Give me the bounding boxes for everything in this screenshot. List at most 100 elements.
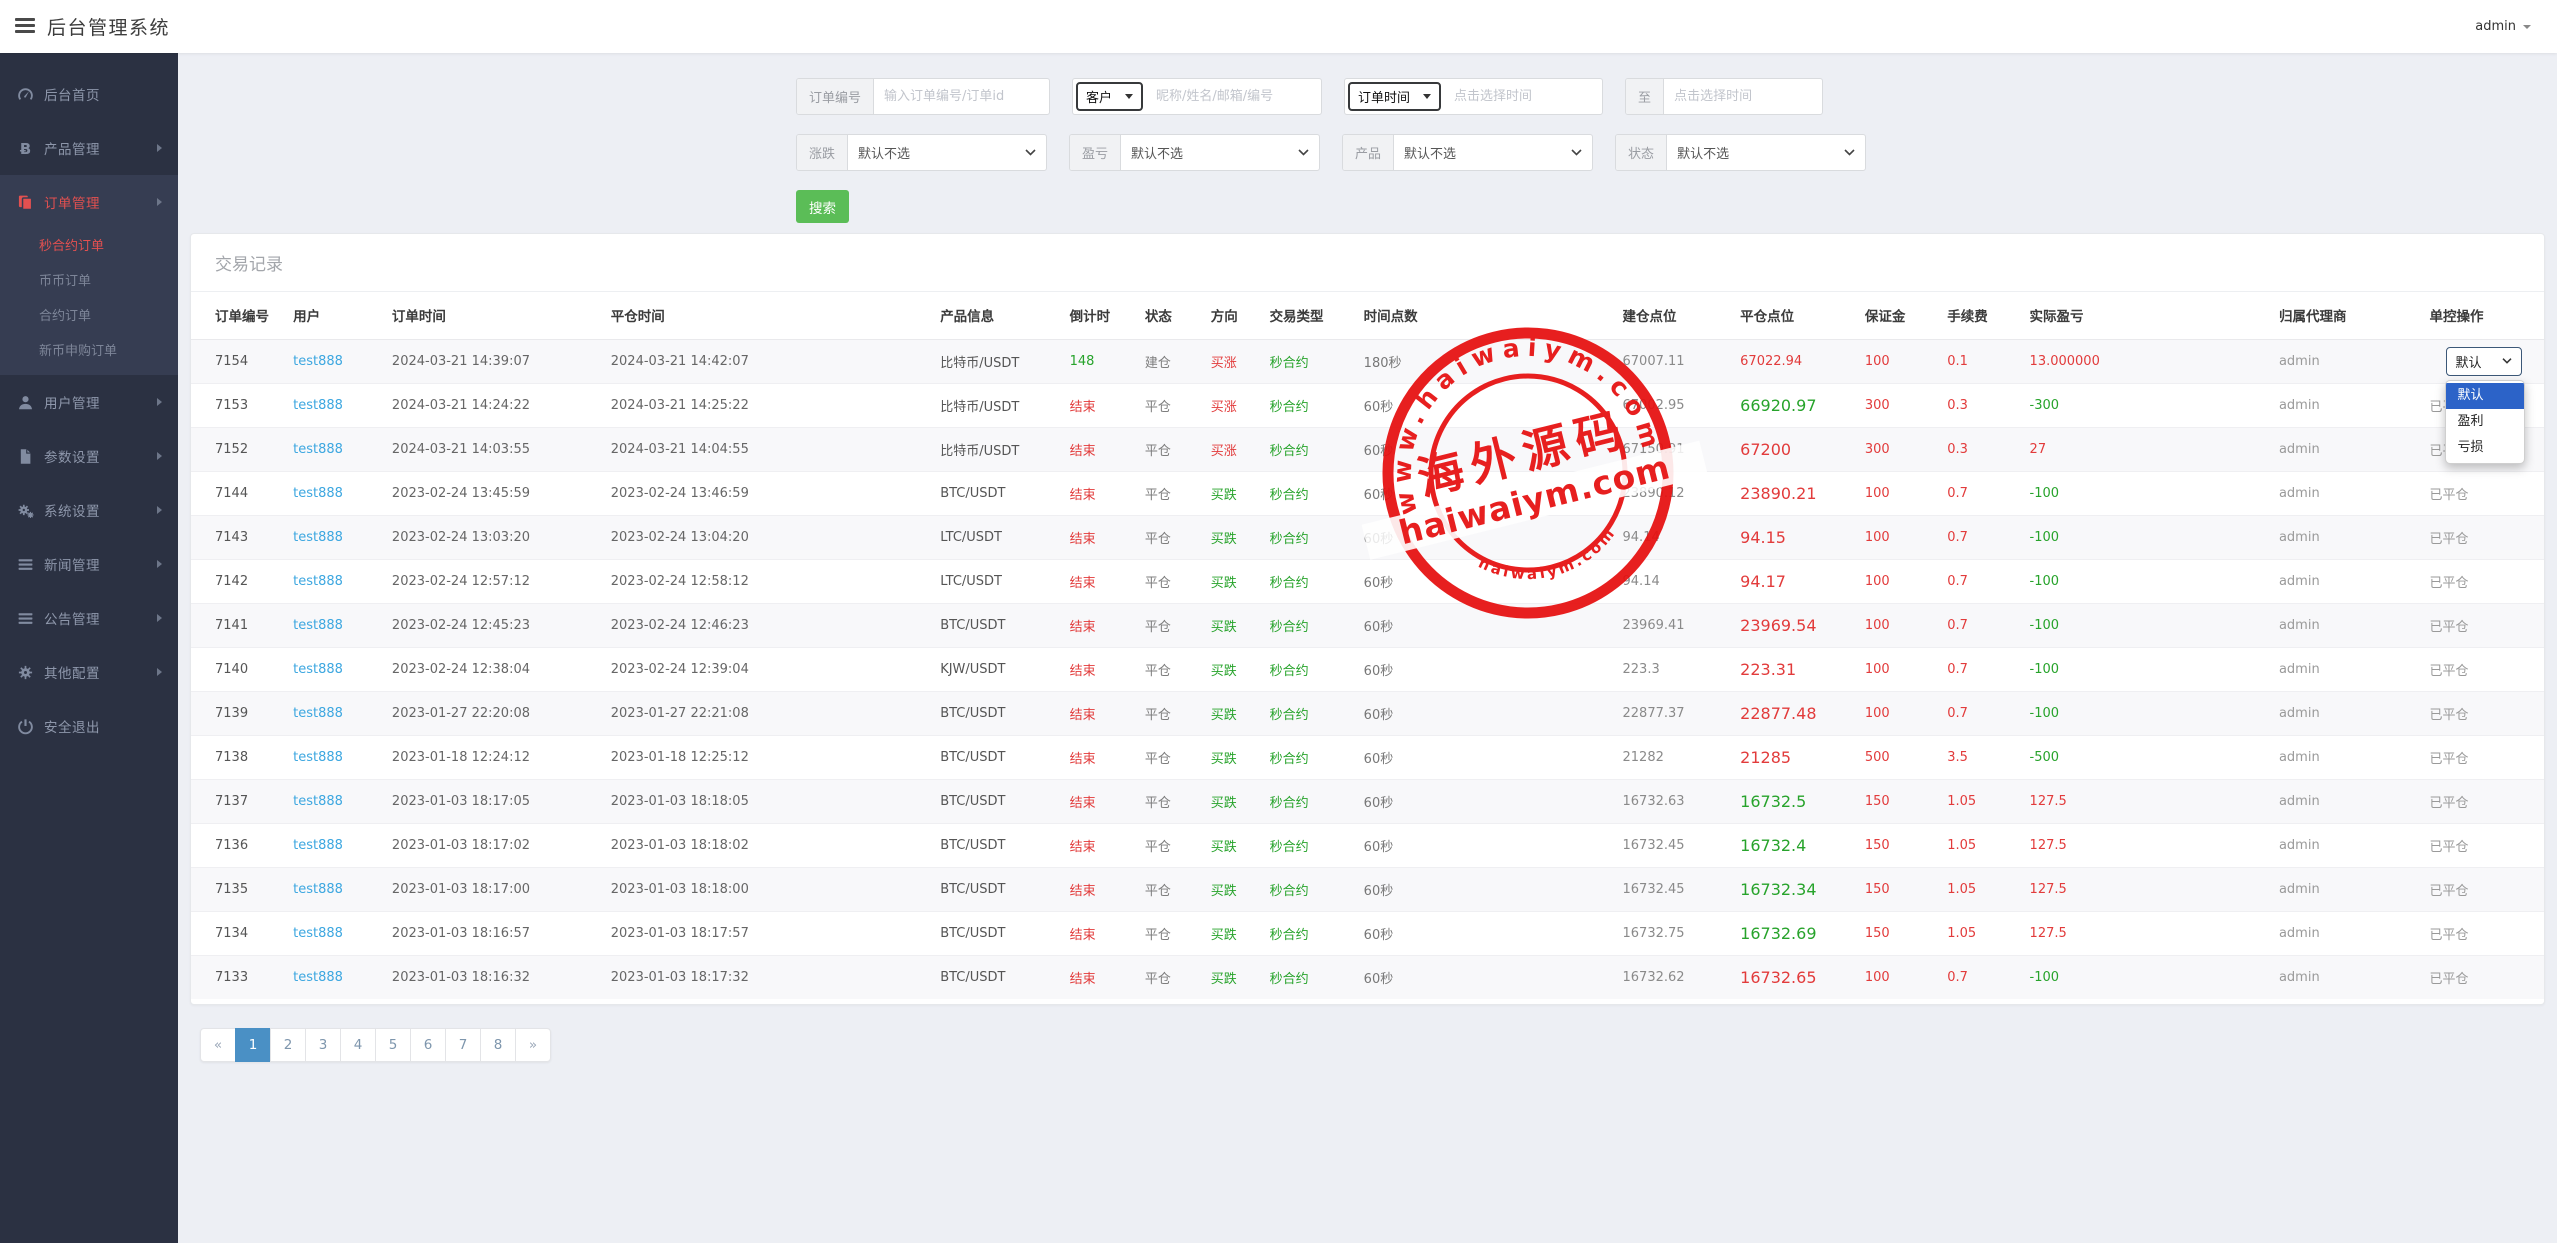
cell-order-time: 2023-01-18 12:24:12 [384, 735, 603, 779]
cell-user: test888 [285, 955, 384, 999]
sidebar-item-notice[interactable]: 公告管理 [0, 591, 178, 645]
sidebar-item-news[interactable]: 新闻管理 [0, 537, 178, 591]
cell-agent: admin [2271, 383, 2422, 427]
user-link[interactable]: test888 [293, 574, 343, 589]
sidebar-subitem[interactable]: 新币申购订单 [0, 334, 178, 369]
cell-status: 平仓 [1137, 691, 1203, 735]
sidebar-item-dashboard[interactable]: 后台首页 [0, 67, 178, 121]
cell-open-price: 21282 [1615, 735, 1733, 779]
logout-icon [17, 718, 34, 735]
profit-select[interactable]: 默认不选 [1121, 135, 1319, 170]
cell-control: 已平仓 [2422, 955, 2544, 999]
user-link[interactable]: test888 [293, 486, 343, 501]
column-header: 保证金 [1857, 292, 1939, 339]
page-next[interactable]: » [515, 1028, 551, 1062]
cell-order-id: 7143 [191, 515, 285, 559]
sidebar-item-params[interactable]: 参数设置 [0, 429, 178, 483]
user-menu[interactable]: admin [2475, 0, 2531, 53]
user-link[interactable]: test888 [293, 530, 343, 545]
search-button[interactable]: 搜索 [796, 190, 849, 223]
cell-countdown: 结束 [1062, 383, 1137, 427]
profit-label: 盈亏 [1070, 135, 1121, 170]
cell-status: 平仓 [1137, 823, 1203, 867]
cell-direction: 买涨 [1203, 427, 1262, 471]
user-link[interactable]: test888 [293, 442, 343, 457]
time-type-select[interactable]: 订单时间 [1348, 82, 1441, 111]
cell-fee: 0.7 [1939, 647, 2021, 691]
cell-control: 已平仓 [2422, 779, 2544, 823]
time-from-input[interactable] [1444, 79, 1602, 114]
cell-user: test888 [285, 647, 384, 691]
customer-type-select[interactable]: 客户 [1076, 82, 1143, 111]
user-link[interactable]: test888 [293, 618, 343, 633]
cell-profit: -100 [2022, 515, 2271, 559]
sidebar-item-config[interactable]: 其他配置 [0, 645, 178, 699]
user-link[interactable]: test888 [293, 838, 343, 853]
cell-agent: admin [2271, 911, 2422, 955]
cell-order-id: 7141 [191, 603, 285, 647]
cell-agent: admin [2271, 955, 2422, 999]
status-select[interactable]: 默认不选 [1667, 135, 1865, 170]
cell-order-time: 2023-01-03 18:16:32 [384, 955, 603, 999]
user-link[interactable]: test888 [293, 398, 343, 413]
user-link[interactable]: test888 [293, 926, 343, 941]
sidebar-item-logout[interactable]: 安全退出 [0, 699, 178, 753]
cell-agent: admin [2271, 867, 2422, 911]
cell-product: LTC/USDT [932, 515, 1061, 559]
cell-period: 60秒 [1356, 823, 1615, 867]
svg-text:Ƀ: Ƀ [20, 140, 31, 157]
page-number[interactable]: 1 [235, 1028, 271, 1062]
user-link[interactable]: test888 [293, 882, 343, 897]
sidebar-subitem[interactable]: 合约订单 [0, 299, 178, 334]
page-number[interactable]: 2 [270, 1028, 306, 1062]
user-link[interactable]: test888 [293, 794, 343, 809]
dropdown-option[interactable]: 默认 [2446, 383, 2524, 409]
user-link[interactable]: test888 [293, 750, 343, 765]
cell-close-price: 223.31 [1732, 647, 1857, 691]
dropdown-option[interactable]: 盈利 [2446, 409, 2524, 435]
cell-close-time: 2024-03-21 14:42:07 [603, 339, 932, 383]
customer-input[interactable] [1146, 79, 1321, 114]
cell-profit: -100 [2022, 471, 2271, 515]
sidebar-item-users[interactable]: 用户管理 [0, 375, 178, 429]
sidebar-subitem[interactable]: 币币订单 [0, 264, 178, 299]
sidebar-item-orders[interactable]: 订单管理 [0, 175, 178, 229]
page-number[interactable]: 3 [305, 1028, 341, 1062]
page-number[interactable]: 5 [375, 1028, 411, 1062]
cell-profit: 27 [2022, 427, 2271, 471]
page-number[interactable]: 7 [445, 1028, 481, 1062]
cell-status: 平仓 [1137, 779, 1203, 823]
sidebar-subitem[interactable]: 秒合约订单 [0, 229, 178, 264]
order-control-select[interactable]: 默认 [2446, 347, 2522, 376]
order-no-input[interactable] [874, 79, 1049, 114]
cell-direction: 买跌 [1203, 559, 1262, 603]
page-number[interactable]: 4 [340, 1028, 376, 1062]
cell-order-time: 2023-01-03 18:17:00 [384, 867, 603, 911]
table-row: 7144test8882023-02-24 13:45:592023-02-24… [191, 471, 2544, 515]
cell-open-price: 67002.95 [1615, 383, 1733, 427]
cell-order-id: 7139 [191, 691, 285, 735]
page-prev[interactable]: « [200, 1028, 236, 1062]
user-link[interactable]: test888 [293, 662, 343, 677]
page-number[interactable]: 6 [410, 1028, 446, 1062]
cell-direction: 买跌 [1203, 471, 1262, 515]
user-link[interactable]: test888 [293, 970, 343, 985]
cell-margin: 100 [1857, 471, 1939, 515]
time-to-input[interactable] [1664, 79, 1822, 114]
menu-toggle-icon[interactable] [15, 18, 35, 36]
table-row: 7152test8882024-03-21 14:03:552024-03-21… [191, 427, 2544, 471]
user-link[interactable]: test888 [293, 706, 343, 721]
cell-order-time: 2023-02-24 13:03:20 [384, 515, 603, 559]
cell-margin: 100 [1857, 691, 1939, 735]
sidebar-item-system[interactable]: 系统设置 [0, 483, 178, 537]
dropdown-option[interactable]: 亏损 [2446, 435, 2524, 461]
user-link[interactable]: test888 [293, 354, 343, 369]
cell-fee: 0.7 [1939, 559, 2021, 603]
params-icon [17, 448, 34, 465]
sidebar-item-product[interactable]: Ƀ产品管理 [0, 121, 178, 175]
column-header: 建仓点位 [1615, 292, 1733, 339]
cell-user: test888 [285, 603, 384, 647]
product-select[interactable]: 默认不选 [1394, 135, 1592, 170]
updown-select[interactable]: 默认不选 [848, 135, 1046, 170]
page-number[interactable]: 8 [480, 1028, 516, 1062]
